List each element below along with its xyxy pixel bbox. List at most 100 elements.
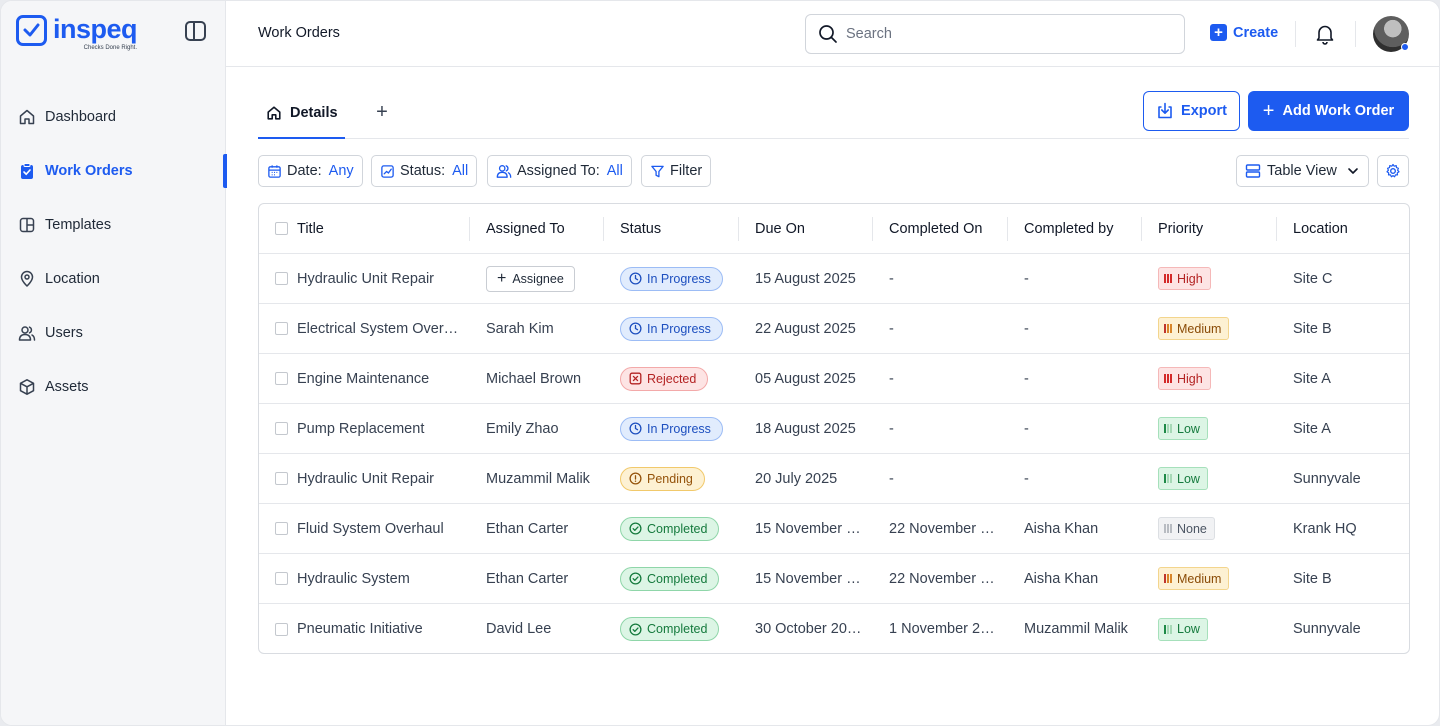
export-button[interactable]: Export (1143, 91, 1240, 131)
row-checkbox[interactable] (275, 472, 288, 485)
cell-title: Hydraulic Unit Repair (259, 454, 470, 503)
row-checkbox[interactable] (275, 322, 288, 335)
add-assignee-button[interactable]: + Assignee (486, 265, 575, 292)
select-all-checkbox[interactable] (275, 222, 288, 235)
status-filter[interactable]: Status: All (371, 155, 478, 187)
column-priority[interactable]: Priority (1142, 204, 1277, 253)
work-order-title[interactable]: Engine Maintenance (297, 371, 439, 387)
table-row[interactable]: Hydraulic Unit Repair Muzammil Malik Pendi… (259, 454, 1409, 504)
view-selector-label: Table View (1267, 163, 1337, 179)
funnel-icon (650, 164, 665, 179)
row-checkbox[interactable] (275, 422, 288, 435)
work-order-title[interactable]: Pump Replacement (297, 421, 434, 437)
completed-date: - (889, 420, 894, 437)
status-label: Completed (647, 521, 708, 536)
priority-label: Low (1177, 471, 1200, 486)
cell-assigned-to: Ethan Carter (470, 554, 604, 603)
plus-icon: + (1210, 24, 1227, 41)
table-view-icon (1245, 163, 1261, 179)
search-box[interactable] (805, 14, 1185, 54)
search-input[interactable] (846, 26, 1166, 42)
row-checkbox[interactable] (275, 622, 288, 636)
row-checkbox[interactable] (275, 272, 288, 285)
priority-bars-icon (1164, 424, 1173, 434)
row-checkbox[interactable] (275, 372, 288, 385)
work-order-title[interactable]: Electrical System Overhaul (297, 321, 470, 337)
filter-button[interactable]: Filter (641, 155, 712, 187)
sidebar-item-label: Location (45, 271, 100, 287)
status-label: Pending (647, 471, 693, 486)
cell-status: Pending (604, 454, 739, 503)
table-row[interactable]: Engine Maintenance Michael Brown Rejected 0… (259, 354, 1409, 404)
assigned-filter-label: Assigned To: (517, 163, 600, 179)
column-location[interactable]: Location (1277, 204, 1409, 253)
table-settings-button[interactable] (1377, 155, 1409, 187)
assignee-button-label: Assignee (512, 271, 564, 286)
add-work-order-button[interactable]: + Add Work Order (1248, 91, 1409, 131)
sidebar-item-dashboard[interactable]: Dashboard (1, 90, 226, 144)
table-row[interactable]: Hydraulic Unit Repair + Assignee In Progres… (259, 254, 1409, 304)
column-assigned-to[interactable]: Assigned To (470, 204, 604, 253)
work-order-title[interactable]: Fluid System Overhaul (297, 521, 454, 537)
work-order-title[interactable]: Pneumatic Initiative (297, 621, 433, 637)
cell-priority: Low (1142, 604, 1277, 653)
priority-badge: Medium (1158, 317, 1230, 340)
priority-bars-icon (1164, 624, 1173, 634)
create-button[interactable]: + Create (1210, 24, 1278, 41)
due-date: 20 July 2025 (755, 470, 838, 487)
cell-priority: High (1142, 354, 1277, 403)
table-row[interactable]: Pneumatic Initiative David Lee Completed 30… (259, 604, 1409, 653)
view-selector[interactable]: Table View (1236, 155, 1369, 187)
row-checkbox[interactable] (275, 522, 288, 535)
cell-due-on: 05 August 2025 (739, 354, 873, 403)
cell-completed-on: - (873, 354, 1008, 403)
table-row[interactable]: Hydraulic System Ethan Carter Completed 15 … (259, 554, 1409, 604)
sidebar-item-assets[interactable]: Assets (1, 360, 226, 414)
completed-by-name: - (1024, 470, 1029, 487)
cell-priority: Low (1142, 454, 1277, 503)
row-checkbox[interactable] (275, 572, 288, 585)
table-row[interactable]: Pump Replacement Emily Zhao In Progress 18 … (259, 404, 1409, 454)
online-status-dot (1401, 43, 1409, 51)
work-order-title[interactable]: Hydraulic Unit Repair (297, 471, 444, 487)
work-order-title[interactable]: Hydraulic System (297, 571, 420, 587)
assignee-name: Michael Brown (486, 370, 582, 387)
add-tab-button[interactable]: + (375, 101, 389, 124)
column-completed-by[interactable]: Completed by (1008, 204, 1142, 253)
cell-completed-on: 1 November 2025 (873, 604, 1008, 653)
column-title[interactable]: Title (259, 204, 470, 253)
assignee-name: Ethan Carter (486, 570, 569, 587)
sidebar-item-location[interactable]: Location (1, 252, 226, 306)
cell-assigned-to: Muzammil Malik (470, 454, 604, 503)
work-order-title[interactable]: Hydraulic Unit Repair (297, 271, 444, 287)
table-row[interactable]: Electrical System Overhaul Sarah Kim In Pr… (259, 304, 1409, 354)
alert-circle-icon (629, 472, 642, 485)
column-due-on[interactable]: Due On (739, 204, 873, 253)
cell-priority: Medium (1142, 554, 1277, 603)
column-status[interactable]: Status (604, 204, 739, 253)
cell-assigned-to: David Lee (470, 604, 604, 653)
users-icon (496, 163, 512, 179)
brand-logo[interactable]: inspeq Checks Done Right. (16, 15, 138, 51)
sidebar-toggle-icon[interactable] (185, 21, 206, 41)
priority-bars-icon (1164, 524, 1173, 534)
home-icon (266, 105, 282, 121)
assignee-name: Emily Zhao (486, 420, 559, 437)
sidebar-item-users[interactable]: Users (1, 306, 226, 360)
status-label: Completed (647, 571, 708, 586)
cell-assigned-to: Emily Zhao (470, 404, 604, 453)
users-icon (18, 324, 36, 342)
tab-details[interactable]: Details (258, 89, 345, 139)
sidebar-item-work-orders[interactable]: Work Orders (1, 144, 227, 198)
create-label: Create (1233, 24, 1279, 41)
cell-location: Site A (1277, 404, 1409, 453)
bell-icon[interactable] (1315, 23, 1335, 50)
location-name: Site A (1293, 370, 1331, 387)
table-row[interactable]: Fluid System Overhaul Ethan Carter Complet… (259, 504, 1409, 554)
column-completed-on[interactable]: Completed On (873, 204, 1008, 253)
status-chart-icon (380, 164, 395, 179)
assigned-filter[interactable]: Assigned To: All (487, 155, 632, 187)
sidebar-item-templates[interactable]: Templates (1, 198, 226, 252)
date-filter[interactable]: Date: Any (258, 155, 363, 187)
priority-badge: None (1158, 517, 1215, 540)
